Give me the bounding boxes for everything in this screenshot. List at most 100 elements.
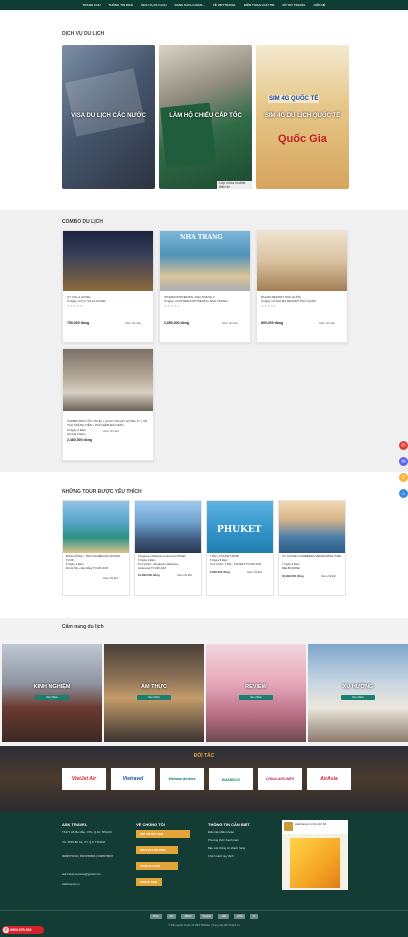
nav-item-contact[interactable]: LIÊN HỆ xyxy=(314,3,326,7)
phone-icon: ✆ xyxy=(3,927,9,933)
combo-image xyxy=(63,231,153,291)
partner-logo-china-airlines[interactable]: CHINA AIRLINES xyxy=(258,768,302,790)
payment-amex-icon: AMEX xyxy=(181,914,195,919)
view-details-link[interactable]: Xem chi tiết xyxy=(319,321,335,325)
tour-card[interactable]: PHUKET THÁI + PHUKET 6N5Đ 6 Ngày 5 Đêm T… xyxy=(206,500,274,596)
footer-hotel-button[interactable]: KHÁCH SẠN xyxy=(136,878,162,886)
fanpage-avatar xyxy=(284,822,293,831)
phuket-banner: PHUKET xyxy=(217,525,262,535)
payment-atm-icon: ATM xyxy=(234,914,246,919)
tour-card[interactable]: ÚC SYDNEY-CANBERRA-MELBOURNE 7N6Đ 7 Ngày… xyxy=(278,500,346,596)
handbook-card-trend[interactable]: XU HƯỚNG Xem thêm xyxy=(308,644,408,742)
tour-line: Đi Hà Nội + Đà Nẵng TOUR HCM xyxy=(66,566,108,570)
messenger-icon[interactable]: ✉ xyxy=(399,457,408,466)
service-card-visa[interactable]: VISA DU LỊCH CÁC NƯỚC xyxy=(62,45,155,189)
combo-title: Combo du lịch xyxy=(62,219,103,225)
nav-item-handbook[interactable]: SỔ TAY TRAVEL xyxy=(282,3,305,7)
handbook-label: ẨM THỰC xyxy=(141,684,167,690)
tour-card[interactable]: ĐÌNH HỨNG + TRẢI NGHIỆM ĐỒ HOSTEL TOUR 5… xyxy=(62,500,130,596)
combo-sub-text: 3 Ngày với UY VILLA HOTEL xyxy=(67,299,107,303)
handbook-card-food[interactable]: ẨM THỰC Xem thêm xyxy=(104,644,204,742)
tours-title: Những tour được yêu thích xyxy=(62,489,142,495)
view-details-link[interactable]: Xem chi tiết xyxy=(125,321,141,325)
see-more-button[interactable]: Xem thêm xyxy=(239,695,273,700)
combo-price: 800,000 đồng xyxy=(261,321,284,325)
nav-item-services[interactable]: DỊCH VỤ DU LỊCH xyxy=(141,3,166,7)
nav-item-list[interactable]: DANH SÁCH HOÀN... xyxy=(175,3,205,7)
service-label: VISA DU LỊCH CÁC NƯỚC xyxy=(71,113,146,119)
partner-name: Vietnam Airlines xyxy=(168,777,196,781)
payment-mastercard-icon: MC xyxy=(166,914,177,919)
partner-logo-vietravel[interactable]: Vietravel xyxy=(111,768,155,790)
combo-title-text: COMBO BẢO LỘC TOUR + GOLF VALLEY HOTEL 3… xyxy=(67,419,148,427)
see-more-button[interactable]: Xem thêm xyxy=(35,695,69,700)
view-details-link[interactable]: Xem chi tiết xyxy=(103,429,119,433)
footer-info-title: THÔNG TIN CẦN BIẾT xyxy=(208,822,250,827)
combo-price: 2,480,000 đồng xyxy=(67,438,93,442)
combo-card[interactable]: COMBO BẢO LỘC TOUR + GOLF VALLEY HOTEL 3… xyxy=(62,348,154,461)
map-icon[interactable]: ⌂ xyxy=(399,489,408,498)
service-label: LÀM HỘ CHIẾU CẤP TỐC xyxy=(169,113,242,119)
tour-line: Tour HCM - THÁI - PHUKET TOUR HCM xyxy=(210,562,261,566)
tour-image xyxy=(279,501,345,553)
view-details-link[interactable]: Xem chi tiết xyxy=(222,321,238,325)
service-card-sim[interactable]: SIM 4G QUỐC TẾ SIM 4G DU LỊCH QUỐC TẾ Qu… xyxy=(256,45,349,189)
footer-fanpage-box[interactable]: Askfrsarvel.vn Du lịch Số xyxy=(282,820,348,890)
footer-info-link[interactable]: Điều kiện điều khoản xyxy=(208,830,234,835)
footer-visa-button[interactable]: DỊCH VỤ LÀM VISA xyxy=(136,846,178,854)
tour-image: PHUKET xyxy=(207,501,273,553)
partner-name: BAMBOO xyxy=(221,776,241,782)
partner-name: AirAsia xyxy=(320,776,338,782)
zalo-icon[interactable]: Z xyxy=(399,473,408,482)
nav-item-phone[interactable]: ĐIỆN THOẠI CHỦ TIN xyxy=(244,3,274,7)
nav-item-info[interactable]: THÔNG TIN DỊCH xyxy=(109,3,134,7)
handbook-label: REVIEW xyxy=(245,684,267,690)
footer-divider xyxy=(0,910,408,911)
footer-info-link[interactable]: Phương thức thanh toán xyxy=(208,838,239,843)
top-nav: TRANG CHỦ THÔNG TIN DỊCH DỊCH VỤ DU LỊCH… xyxy=(0,0,408,10)
tour-card[interactable]: Singapore-Malaysia-Indonesia (5N4Đ) 5 Ng… xyxy=(134,500,202,596)
combo-sub-text: 3 Ngày với INTERCONTINENTAL NHA TRANG... xyxy=(164,299,230,303)
footer-tour-button[interactable]: TOUR DU LỊCH xyxy=(136,862,178,870)
handbook-card-experience[interactable]: KINH NGHIỆM Xem thêm xyxy=(2,644,102,742)
phone-icon[interactable]: ✆ xyxy=(399,441,408,450)
handbook-card-review[interactable]: REVIEW Xem thêm xyxy=(206,644,306,742)
hotline-number: 0903.575.010 xyxy=(10,928,32,932)
footer-website[interactable]: Askfrsarvel.vn xyxy=(62,882,124,887)
footer-about-title: VỀ CHÚNG TÔI xyxy=(136,822,165,827)
combo-card[interactable]: NHA TRANG INTERCONTINENTAL NHA TRANG 3 3… xyxy=(159,230,251,343)
partner-logo-airasia[interactable]: AirAsia xyxy=(307,768,351,790)
nav-item-about[interactable]: VỀ VIETTRAVEL xyxy=(213,3,236,7)
payment-icons: VISA MC AMEX PayPal JCB ATM D xyxy=(0,914,408,919)
partner-logo-vietnam-airlines[interactable]: Vietnam Airlines xyxy=(160,768,204,790)
partner-logo-vietjet[interactable]: VietJet Air xyxy=(62,768,106,790)
combo-card[interactable]: UY VILLA HOTEL 3 Ngày với UY VILLA HOTEL… xyxy=(62,230,154,343)
service-label: SIM 4G DU LỊCH QUỐC TẾ xyxy=(264,113,341,119)
hotline-button[interactable]: ✆ 0903.575.010 xyxy=(2,926,44,934)
footer-info-link[interactable]: Chính sách quy định xyxy=(208,854,234,859)
fanpage-name: Askfrsarvel.vn Du lịch Số xyxy=(295,822,327,826)
handbook-label: XU HƯỚNG xyxy=(342,684,374,690)
combo-card[interactable]: PALMA RESORT PHÚ QUỐC 3 Ngày với PALMA R… xyxy=(256,230,348,343)
combo-image xyxy=(257,231,347,291)
footer-email[interactable]: ask.travel.services@gmail.com xyxy=(62,872,124,877)
view-details-link[interactable]: Xem chi tiết xyxy=(247,570,270,575)
payment-discover-icon: D xyxy=(250,914,259,919)
see-more-button[interactable]: Xem thêm xyxy=(341,695,375,700)
view-details-link[interactable]: Xem chi tiết xyxy=(103,576,126,581)
combo-image: NHA TRANG xyxy=(160,231,250,291)
nav-item-home[interactable]: TRANG CHỦ xyxy=(83,3,101,7)
partners-title: ĐỐI TÁC xyxy=(193,753,215,759)
see-more-button[interactable]: Xem thêm xyxy=(137,695,171,700)
partner-logo-bamboo[interactable]: BAMBOO xyxy=(209,768,253,790)
view-details-link[interactable]: Xem chi tiết xyxy=(321,574,342,579)
service-card-passport[interactable]: LÀM HỘ CHIẾU CẤP TỐC Lớp chứa mobile điệ… xyxy=(159,45,252,189)
view-details-link[interactable]: Xem chi tiết xyxy=(177,573,198,578)
footer-flight-button[interactable]: ĐẶT VÉ MÁY BAY xyxy=(136,830,190,838)
footer-address-1: TS171 Hồ Ba Mẫu, CTG, Q.10, TPHCM xyxy=(62,830,112,834)
sim-text: SIM 4G QUỐC TẾ xyxy=(268,95,320,103)
handbook-label: KINH NGHIỆM xyxy=(33,684,71,690)
footer-info-link[interactable]: Bảo mật thông tin khách hàng xyxy=(208,846,245,851)
sim-sub-text: Quốc Gia xyxy=(278,133,327,145)
combo-price: 2,850,000 đồng xyxy=(164,321,190,325)
